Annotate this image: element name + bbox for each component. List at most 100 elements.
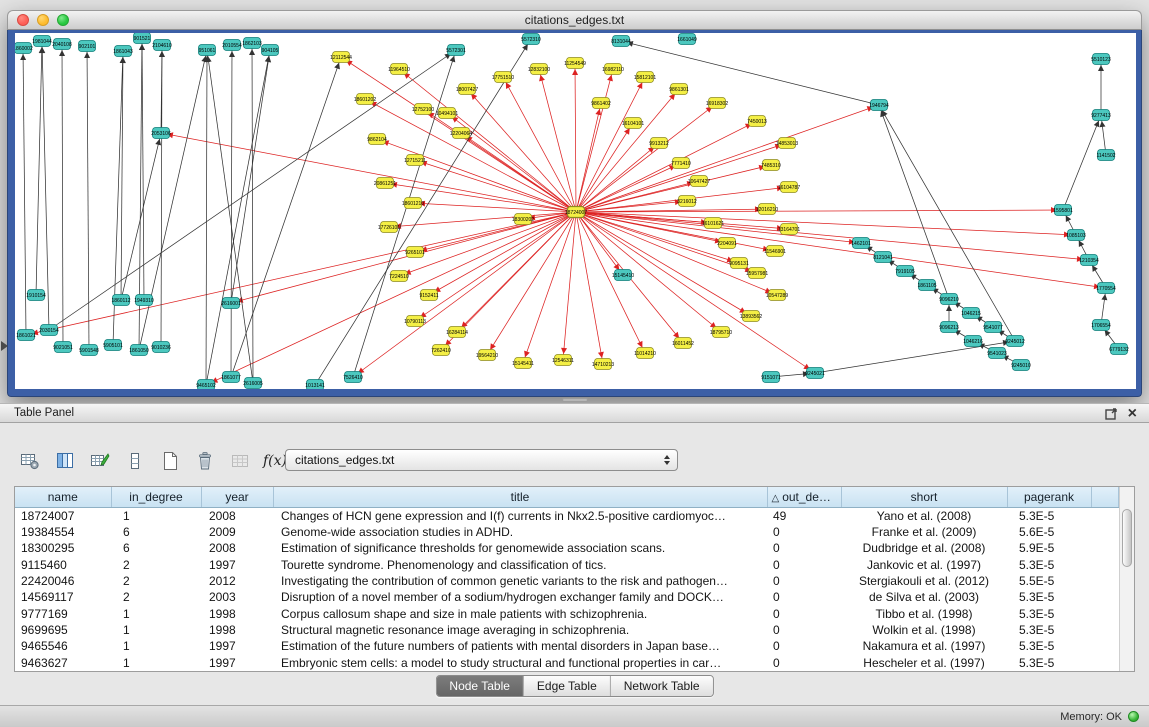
table-cell[interactable]: Wolkin et al. (1998) — [841, 622, 1007, 638]
table-cell[interactable]: 5.3E-5 — [1007, 655, 1091, 671]
citation-edge-red[interactable] — [523, 212, 576, 363]
citation-edge-red[interactable] — [576, 212, 603, 364]
graph-node[interactable]: 9245021 — [805, 368, 825, 379]
column-header-pagerank[interactable]: pagerank — [1007, 487, 1091, 507]
table-cell[interactable]: Dudbridge et al. (2008) — [841, 540, 1007, 556]
table-cell[interactable]: 1 — [111, 507, 201, 524]
graph-node[interactable]: 9245012 — [1005, 336, 1025, 347]
citation-edge-black[interactable] — [87, 46, 89, 350]
table-cell[interactable]: Embryonic stem cells: a model to study s… — [273, 655, 767, 671]
function-builder-icon[interactable]: f(x) — [263, 449, 287, 473]
graph-node[interactable]: 7224510 — [389, 271, 409, 282]
table-cell[interactable]: 0 — [767, 557, 841, 573]
graph-node[interactable]: 9277413 — [1091, 110, 1111, 121]
table-cell[interactable]: 1 — [111, 638, 201, 654]
citation-edge-red[interactable] — [429, 212, 576, 295]
show-columns-icon[interactable] — [53, 449, 77, 473]
graph-node[interactable]: 18300202 — [512, 214, 534, 225]
table-cell[interactable]: 5.3E-5 — [1007, 589, 1091, 605]
citation-edge-black[interactable] — [815, 341, 1015, 373]
table-cell[interactable]: Investigating the contribution of common… — [273, 573, 767, 589]
graph-node[interactable]: 9861402 — [591, 98, 611, 109]
table-cell[interactable]: 0 — [767, 606, 841, 622]
column-header-year[interactable]: year — [201, 487, 273, 507]
graph-node[interactable]: 1910154 — [26, 290, 46, 301]
graph-node[interactable]: 16284114 — [446, 327, 468, 338]
graph-node[interactable]: 5572310 — [521, 34, 541, 45]
citation-edge-red[interactable] — [563, 212, 576, 360]
citation-edge-red[interactable] — [576, 77, 645, 212]
table-cell[interactable]: 9463627 — [15, 655, 111, 671]
table-cell[interactable]: 0 — [767, 540, 841, 556]
graph-node[interactable]: 2040108 — [52, 39, 72, 50]
graph-node[interactable]: 1706554 — [1091, 320, 1111, 331]
graph-node[interactable]: 1946794 — [869, 100, 889, 111]
tab-network-table[interactable]: Network Table — [610, 676, 713, 696]
graph-node[interactable]: 10494101 — [436, 108, 458, 119]
table-cell[interactable]: Stergiakouli et al. (2012) — [841, 573, 1007, 589]
graph-node[interactable]: 9862104 — [367, 134, 387, 145]
table-cell[interactable]: de Silva et al. (2003) — [841, 589, 1007, 605]
graph-node[interactable]: 18601202 — [354, 94, 376, 105]
table-cell[interactable]: 5.9E-5 — [1007, 540, 1091, 556]
graph-node[interactable]: 904105 — [262, 45, 279, 56]
citation-edge-black[interactable] — [1063, 115, 1101, 210]
citation-edge-red[interactable] — [487, 212, 576, 355]
graph-node[interactable]: 901521 — [134, 33, 151, 44]
column-header-short[interactable]: short — [841, 487, 1007, 507]
table-cell[interactable]: 5.3E-5 — [1007, 507, 1091, 524]
graph-node[interactable]: 12016210 — [756, 204, 778, 215]
zoom-window-button[interactable] — [57, 14, 69, 26]
graph-node[interactable]: 12832100 — [528, 64, 550, 75]
graph-node[interactable]: 2104610 — [152, 40, 172, 51]
citation-edge-black[interactable] — [36, 41, 42, 295]
table-cell[interactable]: 2008 — [201, 507, 273, 524]
graph-node[interactable]: 16104101 — [622, 118, 644, 129]
graph-node[interactable]: 12546311 — [552, 355, 574, 366]
table-cell[interactable]: 19384554 — [15, 524, 111, 540]
table-cell[interactable]: 0 — [767, 655, 841, 671]
graph-node[interactable]: 7485310 — [761, 160, 781, 171]
graph-node[interactable]: 1861077 — [221, 372, 241, 383]
graph-node[interactable]: 11014210 — [634, 348, 656, 359]
graph-node[interactable]: 18007427 — [456, 84, 478, 95]
minimize-window-button[interactable] — [37, 14, 49, 26]
table-cell[interactable]: 0 — [767, 524, 841, 540]
table-cell[interactable]: 5.6E-5 — [1007, 524, 1091, 540]
table-cell[interactable]: 5.3E-5 — [1007, 622, 1091, 638]
table-cell[interactable]: 5.3E-5 — [1007, 557, 1091, 573]
graph-node[interactable]: 16104787 — [778, 182, 800, 193]
graph-node[interactable]: 11254549 — [564, 58, 586, 69]
graph-node[interactable]: 3216012 — [677, 196, 697, 207]
table-cell[interactable]: 1998 — [201, 622, 273, 638]
citation-edge-red[interactable] — [576, 212, 1106, 288]
graph-node[interactable]: 9152411 — [419, 290, 438, 301]
table-cell[interactable]: 9699695 — [15, 622, 111, 638]
graph-node[interactable]: 7450013 — [747, 116, 767, 127]
table-cell[interactable]: Corpus callosum shape and size in male p… — [273, 606, 767, 622]
table-cell[interactable]: 0 — [767, 638, 841, 654]
graph-node[interactable]: 1860112 — [111, 295, 130, 306]
graph-node[interactable]: 9541077 — [983, 322, 1003, 333]
column-header-title[interactable]: title — [273, 487, 767, 507]
table-cell[interactable]: 1998 — [201, 606, 273, 622]
graph-node[interactable]: 9861301 — [669, 84, 689, 95]
citation-edge-red[interactable] — [576, 212, 645, 353]
graph-node[interactable]: 902101 — [79, 41, 96, 52]
column-header-out-degree[interactable]: △out_de… — [767, 487, 841, 507]
table-cell[interactable]: Disruption of a novel member of a sodium… — [273, 589, 767, 605]
graph-node[interactable]: 5510123 — [1091, 54, 1111, 65]
edit-table-icon[interactable] — [88, 449, 112, 473]
tab-node-table[interactable]: Node Table — [436, 676, 523, 696]
graph-node[interactable]: 9913212 — [649, 138, 669, 149]
table-cell[interactable]: 5.3E-5 — [1007, 638, 1091, 654]
table-selector-dropdown[interactable]: citations_edges.txt — [285, 449, 678, 471]
graph-node[interactable]: 1860002 — [15, 43, 33, 54]
table-cell[interactable]: 9115460 — [15, 557, 111, 573]
graph-node[interactable]: 14710213 — [592, 359, 614, 370]
graph-node[interactable]: 1462101 — [851, 238, 871, 249]
close-panel-icon[interactable]: × — [1128, 407, 1137, 420]
table-cell[interactable]: Changes of HCN gene expression and I(f) … — [273, 507, 767, 524]
graph-node[interactable]: 8131044 — [611, 36, 631, 47]
graph-node[interactable]: 2616001 — [221, 298, 241, 309]
